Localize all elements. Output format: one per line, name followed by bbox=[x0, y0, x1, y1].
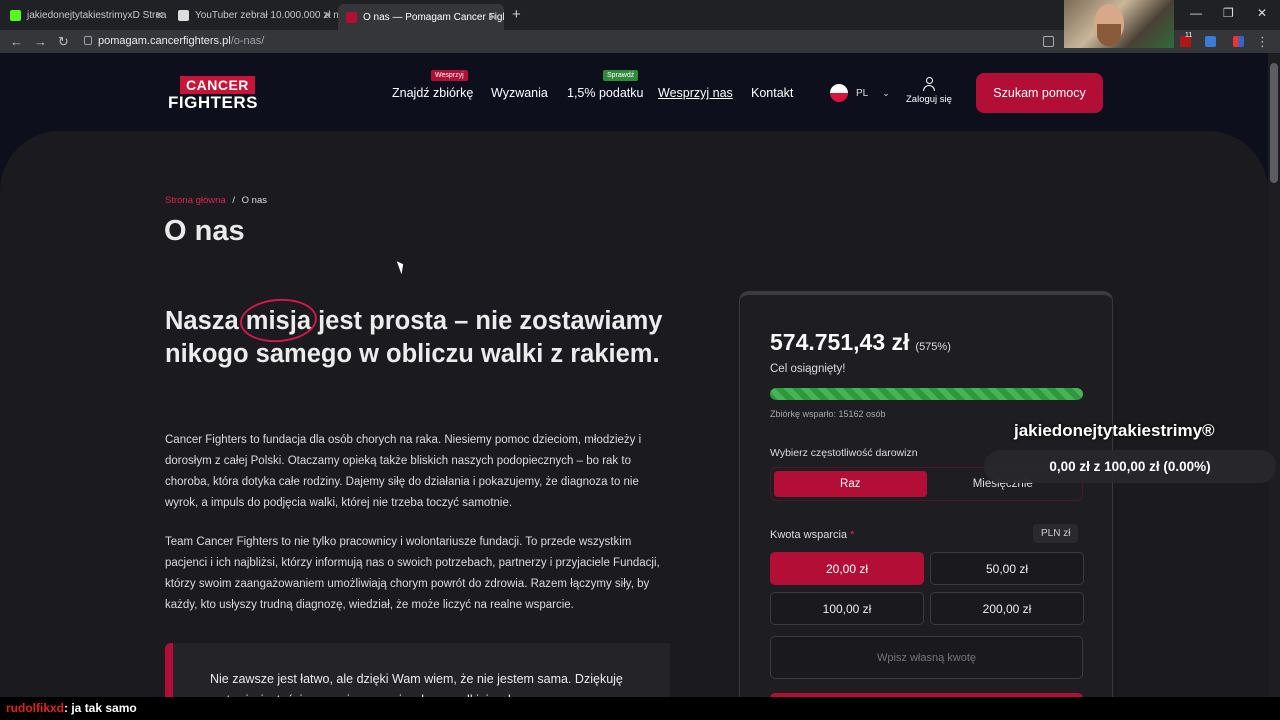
extension-icon[interactable] bbox=[1205, 36, 1216, 47]
stream-donation-goal: 0,00 zł z 100,00 zł (0.00%) bbox=[984, 450, 1276, 483]
page-scrollbar[interactable] bbox=[1268, 53, 1280, 720]
back-icon[interactable]: ← bbox=[10, 34, 23, 49]
progress-fill bbox=[770, 388, 1083, 400]
amount-label: Kwota wsparcia * bbox=[770, 529, 854, 541]
nav-badge: Sprawdź bbox=[603, 70, 639, 81]
chat-username: rudolfikxd bbox=[6, 701, 65, 715]
reader-icon[interactable] bbox=[1043, 36, 1054, 47]
mission-heading: Nasza misja jest prosta – nie zostawiamy… bbox=[165, 305, 685, 371]
browser-tab[interactable]: jakiedonejtytakiestrimyxD Strea ✕ bbox=[2, 4, 170, 26]
mission-text: Nasza bbox=[165, 307, 246, 335]
frequency-label: Wybierz częstotliwość darowizn bbox=[770, 447, 918, 459]
streamer-webcam bbox=[1064, 0, 1174, 48]
breadcrumb-current: O nas bbox=[241, 195, 268, 206]
required-mark: * bbox=[850, 529, 855, 541]
currency-select[interactable]: PLN zł bbox=[1033, 524, 1079, 543]
goal-status: Cel osiągnięty! bbox=[770, 363, 846, 375]
nav-find-fundraiser[interactable]: Wesprzyj Znajdź zbiórkę bbox=[392, 70, 474, 100]
site-logo[interactable]: CANCER FIGHTERS bbox=[168, 76, 262, 113]
frequency-once[interactable]: Raz bbox=[774, 471, 927, 497]
seek-help-button[interactable]: Szukam pomocy bbox=[976, 73, 1103, 113]
webcam-beard bbox=[1097, 24, 1121, 46]
extension-badge: 11 bbox=[1185, 32, 1193, 39]
menu-icon[interactable]: ⋮ bbox=[1256, 34, 1269, 50]
mission-highlight: misja bbox=[246, 305, 311, 338]
breadcrumb: Strona główna / O nas bbox=[165, 195, 267, 206]
chat-message: : ja tak samo bbox=[64, 701, 137, 715]
nav-support-us[interactable]: Wesprzyj nas bbox=[658, 86, 733, 100]
amount-option[interactable]: 100,00 zł bbox=[770, 592, 924, 625]
page-icon bbox=[178, 9, 189, 21]
browser-tab[interactable]: YouTuber zebrał 10.000.000 zł n ✕ bbox=[170, 4, 338, 26]
kick-icon bbox=[10, 9, 21, 21]
nav-label: Znajdź zbiórkę bbox=[392, 86, 474, 100]
url-path: /o-nas/ bbox=[230, 35, 265, 47]
close-window-icon[interactable]: ✕ bbox=[1257, 6, 1267, 20]
stream-channel-name: jakiedonejtytakiestrimy® bbox=[1014, 421, 1215, 440]
logo-text-bottom: FIGHTERS bbox=[168, 93, 258, 112]
new-tab-icon[interactable]: + bbox=[512, 6, 521, 23]
amount-percent: (575%) bbox=[915, 341, 951, 353]
amount-value: 574.751,43 zł bbox=[770, 329, 910, 355]
cancer-fighters-icon bbox=[346, 11, 357, 23]
scrollbar-thumb[interactable] bbox=[1270, 63, 1278, 183]
language-select[interactable]: PL ⌄ bbox=[830, 84, 890, 102]
donation-card: 574.751,43 zł (575%) Cel osiągnięty! Zbió… bbox=[739, 291, 1113, 720]
custom-amount-input[interactable] bbox=[770, 636, 1083, 679]
stream-chat-line: rudolfikxd: ja tak samo bbox=[0, 697, 1280, 720]
tab-title: jakiedonejtytakiestrimyxD Strea bbox=[27, 9, 167, 21]
about-paragraph: Team Cancer Fighters to nie tylko pracow… bbox=[165, 536, 660, 611]
extension-icon[interactable] bbox=[1233, 36, 1244, 47]
url-host: pomagam.cancerfighters.pl bbox=[98, 35, 231, 47]
language-code: PL bbox=[856, 87, 869, 99]
chevron-down-icon: ⌄ bbox=[882, 87, 890, 98]
amount-option[interactable]: 200,00 zł bbox=[930, 592, 1084, 625]
nav-tax[interactable]: Sprawdź 1,5% podatku bbox=[567, 70, 644, 100]
nav-challenges[interactable]: Wyzwania bbox=[491, 86, 548, 100]
supporters-count: Zbiórkę wsparło: 15162 osób bbox=[770, 409, 886, 419]
poland-flag-icon bbox=[830, 84, 848, 102]
user-icon bbox=[922, 77, 935, 91]
close-icon[interactable]: ✕ bbox=[323, 9, 332, 22]
tab-title: YouTuber zebrał 10.000.000 zł n bbox=[195, 9, 338, 21]
logo-text-top: CANCER bbox=[180, 76, 255, 94]
browser-tab-active[interactable]: O nas — Pomagam Cancer Figh ✕ bbox=[338, 4, 504, 30]
progress-bar bbox=[770, 388, 1083, 400]
minimize-icon[interactable]: — bbox=[1190, 6, 1202, 20]
reload-icon[interactable]: ↻ bbox=[58, 34, 69, 50]
restore-icon[interactable]: ❐ bbox=[1223, 6, 1234, 20]
tab-title: O nas — Pomagam Cancer Figh bbox=[363, 11, 504, 23]
login-link[interactable]: Zaloguj się bbox=[906, 77, 952, 105]
raised-amount: 574.751,43 zł (575%) bbox=[770, 329, 951, 356]
about-paragraph: Cancer Fighters to fundacja dla osób cho… bbox=[165, 434, 642, 509]
forward-icon[interactable]: → bbox=[34, 34, 47, 49]
website-viewport: CANCER FIGHTERS Wesprzyj Znajdź zbiórkę … bbox=[0, 53, 1268, 720]
url-field[interactable]: pomagam.cancerfighters.pl/o-nas/ bbox=[84, 35, 264, 47]
breadcrumb-separator: / bbox=[232, 195, 236, 206]
nav-contact[interactable]: Kontakt bbox=[751, 86, 793, 100]
close-icon[interactable]: ✕ bbox=[489, 11, 498, 24]
nav-label: 1,5% podatku bbox=[567, 86, 644, 100]
breadcrumb-home-link[interactable]: Strona główna bbox=[165, 195, 226, 206]
nav-badge: Wesprzyj bbox=[431, 70, 468, 81]
close-icon[interactable]: ✕ bbox=[155, 9, 164, 22]
site-info-icon[interactable] bbox=[84, 36, 92, 45]
amount-label-text: Kwota wsparcia bbox=[770, 529, 848, 541]
amount-option[interactable]: 20,00 zł bbox=[770, 552, 924, 585]
login-label: Zaloguj się bbox=[906, 94, 952, 105]
amount-option[interactable]: 50,00 zł bbox=[930, 552, 1084, 585]
page-title: O nas bbox=[164, 215, 245, 247]
